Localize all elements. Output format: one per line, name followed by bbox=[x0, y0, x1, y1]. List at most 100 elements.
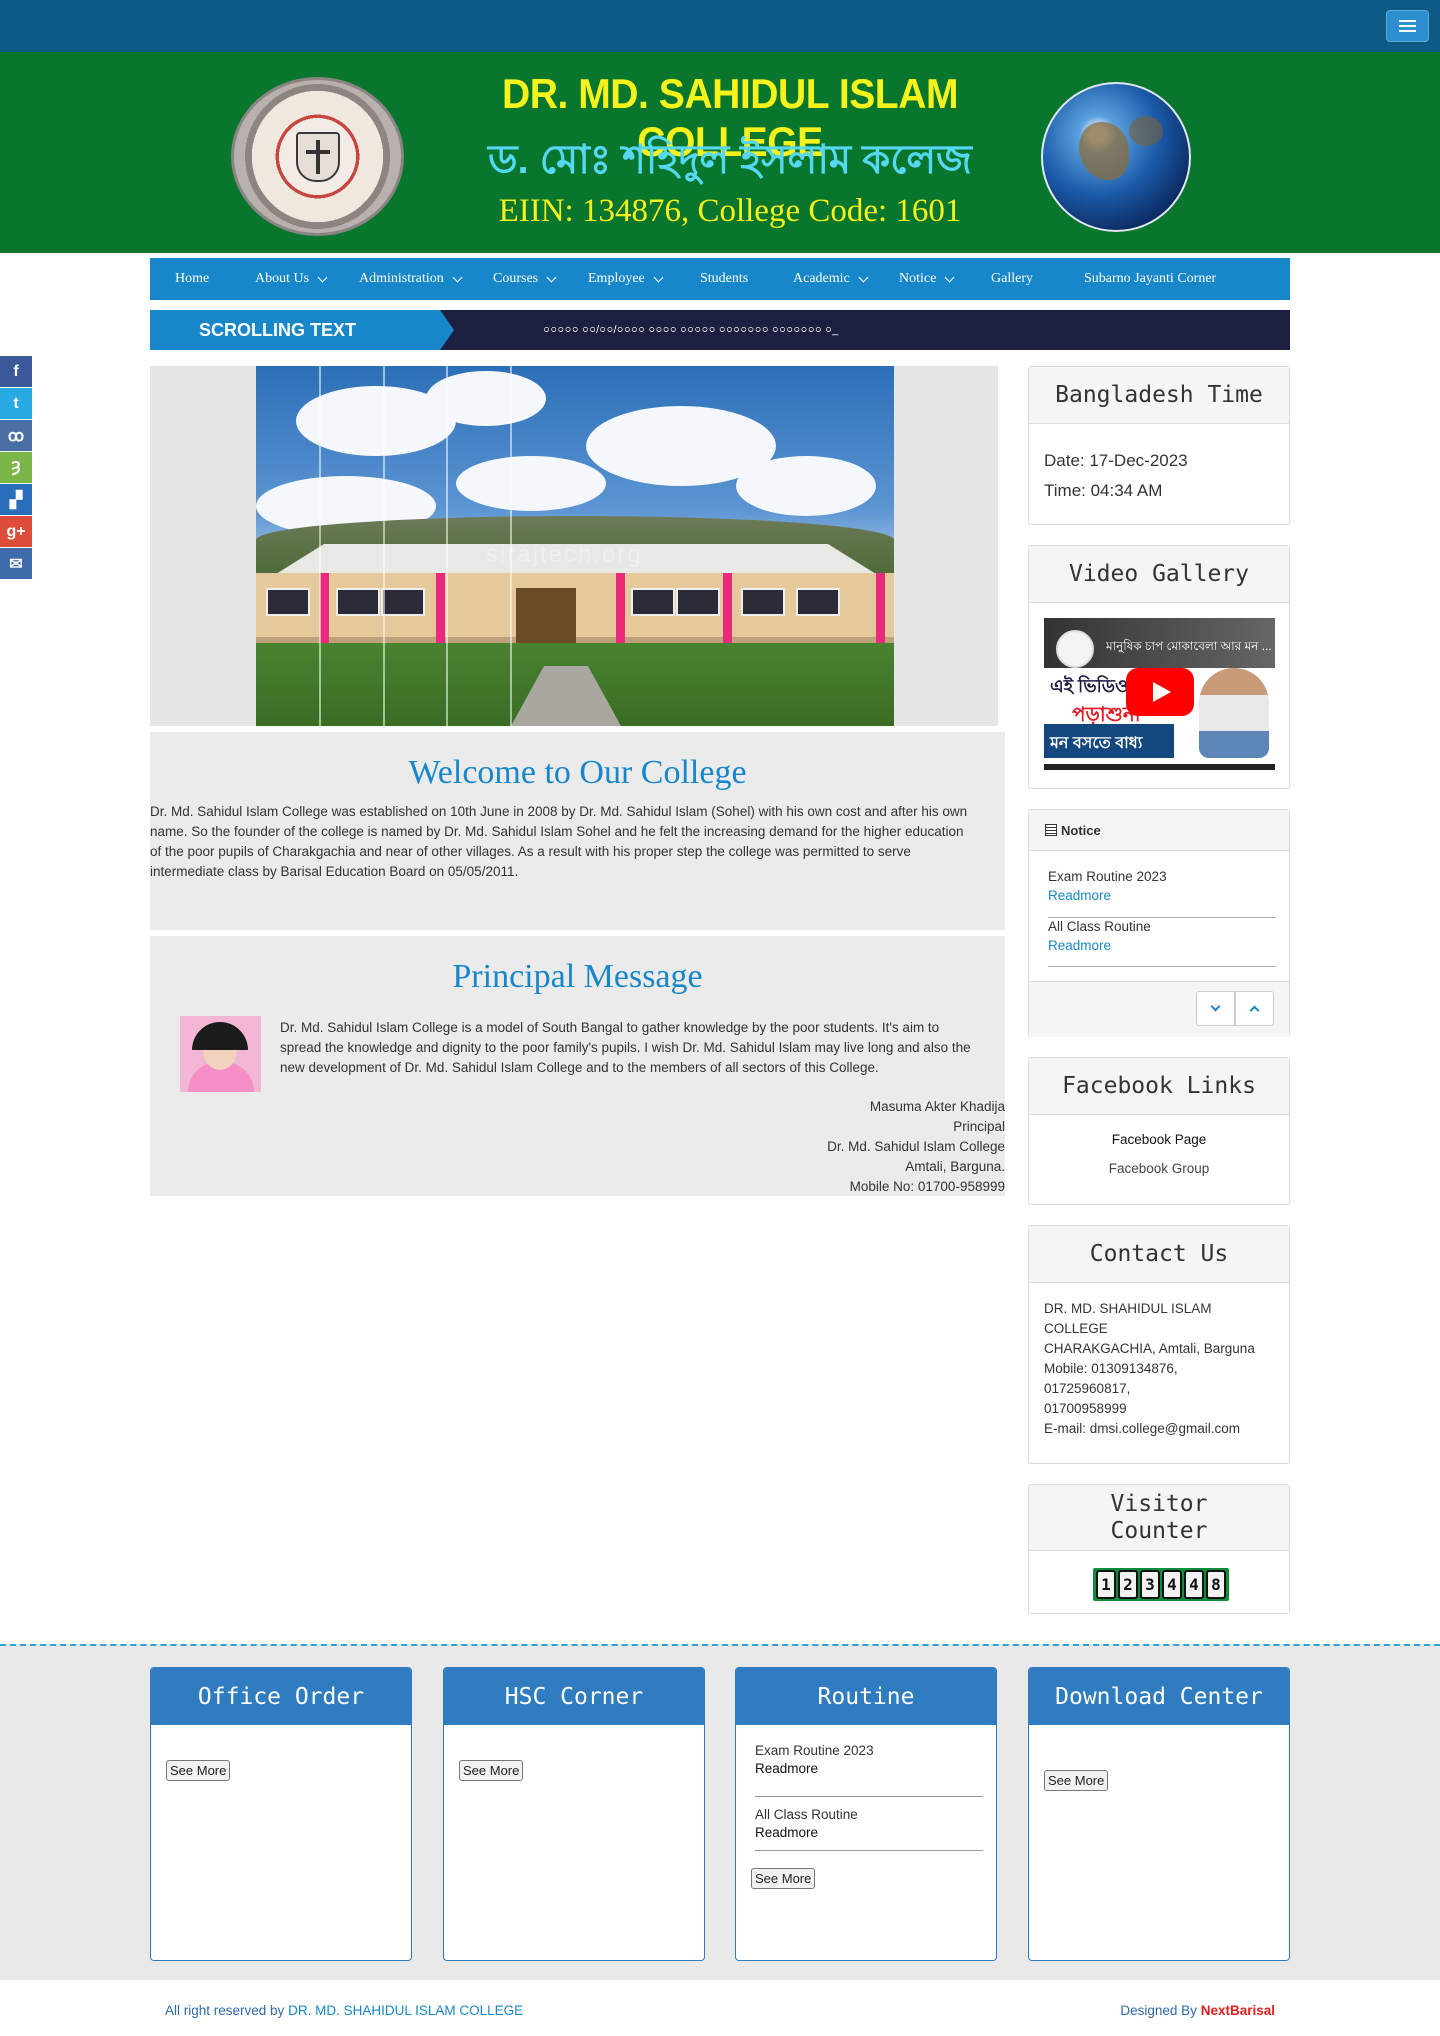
slider-watermark: sirajtech.org bbox=[486, 541, 643, 568]
list-item: Exam Routine 2023 Readmore bbox=[1048, 869, 1276, 918]
routine-readmore-link[interactable]: Readmore bbox=[755, 1825, 983, 1840]
facebook-page-link[interactable]: Facebook Page bbox=[1029, 1132, 1289, 1147]
nav-academic[interactable]: Academic bbox=[793, 258, 899, 300]
scroll-up-button[interactable] bbox=[1235, 991, 1274, 1026]
notice-readmore-link[interactable]: Readmore bbox=[1048, 888, 1276, 903]
nav-subarno-jayanti-corner[interactable]: Subarno Jayanti Corner bbox=[1084, 258, 1216, 300]
chevron-down-icon bbox=[944, 272, 955, 282]
myspace-icon[interactable]: ꝏ bbox=[0, 420, 32, 451]
chevron-down-icon bbox=[653, 272, 664, 282]
hsc-corner-see-more-button[interactable]: See More bbox=[459, 1760, 524, 1781]
download-center-title: Download Center bbox=[1029, 1668, 1289, 1725]
footer-copyright: All right reserved by DR. MD. SHAHIDUL I… bbox=[165, 2003, 524, 2018]
chevron-down-icon bbox=[858, 272, 869, 282]
list-item: Exam Routine 2023 Readmore bbox=[755, 1743, 983, 1797]
facebook-icon[interactable]: f bbox=[0, 356, 32, 387]
youtube-play-icon[interactable] bbox=[1126, 668, 1194, 716]
notice-panel: Notice Exam Routine 2023 Readmore All Cl… bbox=[1028, 809, 1290, 1037]
video-thumb-title: মানুষিক চাপ মোকাবেলা আর মন ... bbox=[1106, 639, 1271, 653]
chevron-down-icon bbox=[1210, 1001, 1221, 1012]
counter-digit: 1 bbox=[1096, 1570, 1116, 1599]
video-gallery-panel: Video Gallery মানুষিক চাপ মোকাবেলা আর মন… bbox=[1028, 545, 1290, 789]
hsc-corner-box: HSC Corner See More bbox=[443, 1667, 705, 1961]
nav-gallery[interactable]: Gallery bbox=[991, 258, 1084, 300]
list-icon bbox=[1045, 824, 1057, 836]
routine-see-more-button[interactable]: See More bbox=[751, 1868, 816, 1889]
contact-email[interactable]: E-mail: dmsi.college@gmail.com bbox=[1044, 1419, 1279, 1439]
top-bar bbox=[0, 0, 1440, 52]
office-order-see-more-button[interactable]: See More bbox=[166, 1760, 231, 1781]
nav-home[interactable]: Home bbox=[175, 258, 255, 300]
nav-students[interactable]: Students bbox=[700, 258, 793, 300]
bangladesh-date: Date: 17-Dec-2023 bbox=[1044, 451, 1188, 470]
google-plus-icon[interactable]: g+ bbox=[0, 516, 32, 547]
counter-digit: 3 bbox=[1140, 1570, 1160, 1599]
nav-administration[interactable]: Administration bbox=[359, 258, 493, 300]
designer-link[interactable]: NextBarisal bbox=[1201, 2003, 1275, 2018]
college-name-bangla: ড. মোঃ শহিদুল ইসলাম কলেজ bbox=[488, 138, 972, 182]
delicious-icon[interactable]: Ȝ bbox=[0, 452, 32, 483]
visitor-counter-title: Visitor Counter bbox=[1029, 1485, 1289, 1551]
chevron-down-icon bbox=[452, 272, 463, 282]
email-icon[interactable]: ✉ bbox=[0, 548, 32, 579]
chevron-down-icon bbox=[546, 272, 557, 282]
contact-us-panel: Contact Us DR. MD. SHAHIDUL ISLAM COLLEG… bbox=[1028, 1225, 1290, 1464]
facebook-links-panel: Facebook Links Facebook Page Facebook Gr… bbox=[1028, 1057, 1290, 1205]
slider-image-college-building[interactable]: sirajtech.org bbox=[256, 366, 894, 726]
channel-avatar bbox=[1056, 630, 1094, 668]
office-order-box: Office Order See More bbox=[150, 1667, 412, 1961]
hamburger-menu-icon[interactable] bbox=[1386, 10, 1429, 42]
nav-notice[interactable]: Notice bbox=[899, 258, 991, 300]
eiin-college-code: EIIN: 134876, College Code: 1601 bbox=[498, 193, 962, 229]
bangladesh-time: Time: 04:34 AM bbox=[1044, 481, 1163, 500]
principal-photo bbox=[180, 1016, 261, 1092]
nav-courses[interactable]: Courses bbox=[493, 258, 588, 300]
nav-employee[interactable]: Employee bbox=[588, 258, 700, 300]
scroll-down-button[interactable] bbox=[1196, 991, 1235, 1026]
twitter-icon[interactable]: t bbox=[0, 388, 32, 419]
visitor-counter-panel: Visitor Counter 123448 bbox=[1028, 1484, 1290, 1614]
principal-signature: Masuma Akter Khadija Principal Dr. Md. S… bbox=[827, 1099, 1005, 1194]
hsc-corner-title: HSC Corner bbox=[444, 1668, 704, 1725]
notice-readmore-link[interactable]: Readmore bbox=[1048, 938, 1276, 953]
notice-title: Notice bbox=[1061, 822, 1101, 838]
footer-college-link[interactable]: DR. MD. SHAHIDUL ISLAM COLLEGE bbox=[288, 2003, 523, 2018]
college-seal-logo bbox=[231, 77, 404, 236]
counter-digit: 4 bbox=[1162, 1570, 1182, 1599]
principal-message-text: Dr. Md. Sahidul Islam College is a model… bbox=[280, 1020, 971, 1075]
scrolling-text-label: SCROLLING TEXT bbox=[150, 310, 454, 350]
welcome-title: Welcome to Our College bbox=[408, 754, 747, 791]
bangladesh-time-title: Bangladesh Time bbox=[1029, 367, 1289, 424]
counter-digit: 8 bbox=[1206, 1570, 1226, 1599]
stumble-icon[interactable]: ▞ bbox=[0, 484, 32, 515]
scrolling-marquee-text[interactable]: ০০০০০ ০০/০০/০০০০ ০০০০ ০০০০০ ০০০০০০০ ০০০০… bbox=[543, 310, 838, 350]
contact-us-title: Contact Us bbox=[1029, 1226, 1289, 1283]
routine-box: Routine Exam Routine 2023 Readmore All C… bbox=[735, 1667, 997, 1961]
download-center-box: Download Center See More bbox=[1028, 1667, 1290, 1961]
bangladesh-time-panel: Bangladesh Time Date: 17-Dec-2023 Time: … bbox=[1028, 366, 1290, 525]
counter-digit: 2 bbox=[1118, 1570, 1138, 1599]
principal-message-title: Principal Message bbox=[452, 958, 703, 995]
visitor-counter: 123448 bbox=[1093, 1568, 1229, 1601]
nav-about-us[interactable]: About Us bbox=[255, 258, 359, 300]
contact-details: DR. MD. SHAHIDUL ISLAM COLLEGE CHARAKGAC… bbox=[1044, 1299, 1279, 1439]
download-center-see-more-button[interactable]: See More bbox=[1044, 1770, 1109, 1791]
list-item: All Class Routine Readmore bbox=[755, 1797, 983, 1851]
main-nav: Home About Us Administration Courses Emp… bbox=[150, 258, 1290, 300]
chevron-up-icon bbox=[1249, 1005, 1260, 1016]
footer-designer: Designed By NextBarisal bbox=[1120, 2003, 1275, 2018]
welcome-section: Welcome to Our College Dr. Md. Sahidul I… bbox=[150, 732, 1005, 930]
facebook-links-title: Facebook Links bbox=[1029, 1058, 1289, 1115]
routine-title: Routine bbox=[736, 1668, 996, 1725]
welcome-text: Dr. Md. Sahidul Islam College was establ… bbox=[150, 804, 968, 879]
office-order-title: Office Order bbox=[151, 1668, 411, 1725]
counter-digit: 4 bbox=[1184, 1570, 1204, 1599]
list-item: All Class Routine Readmore bbox=[1048, 919, 1276, 967]
chevron-down-icon bbox=[317, 272, 328, 282]
video-thumb-bn-line-1: এই ভিডিও bbox=[1050, 676, 1129, 696]
video-thumbnail[interactable]: মানুষিক চাপ মোকাবেলা আর মন ... এই ভিডিও … bbox=[1044, 618, 1275, 770]
video-gallery-title: Video Gallery bbox=[1029, 546, 1289, 603]
student-figure bbox=[1199, 668, 1269, 758]
facebook-group-link[interactable]: Facebook Group bbox=[1029, 1161, 1289, 1176]
routine-readmore-link[interactable]: Readmore bbox=[755, 1761, 983, 1776]
